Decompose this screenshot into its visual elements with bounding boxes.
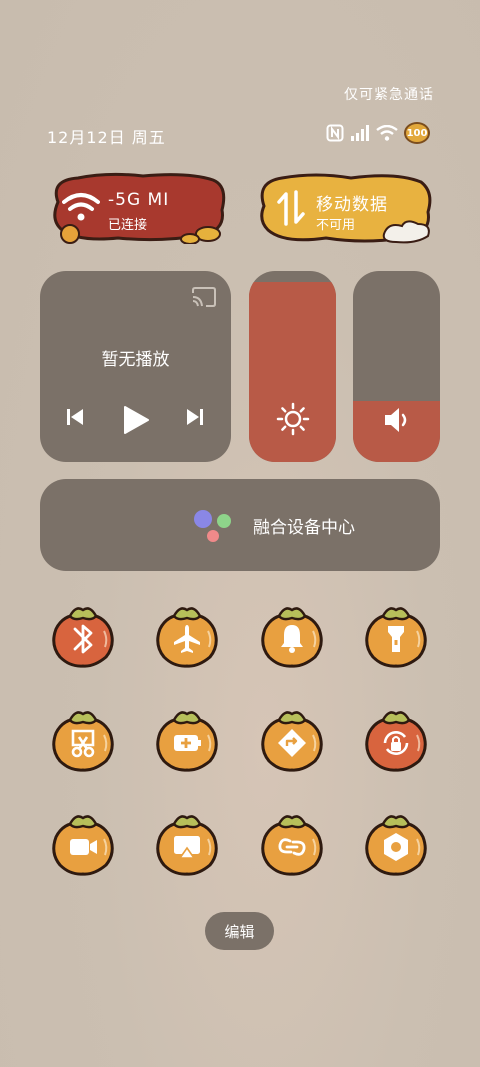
- toggle-tile-screen-cast[interactable]: [152, 809, 222, 879]
- toggle-tile-screenshot[interactable]: [48, 705, 118, 775]
- toggle-tile-flashlight[interactable]: [361, 601, 431, 671]
- status-icons: 100: [326, 122, 430, 144]
- signal-icon: [351, 125, 369, 141]
- battery-badge: 100: [404, 122, 430, 144]
- toggle-tile-settings[interactable]: [361, 809, 431, 879]
- persimmon-shape: [365, 607, 427, 668]
- date-text: 12月12日 周五: [47, 128, 166, 147]
- persimmon-shape: [365, 815, 427, 876]
- toggle-tile-link[interactable]: [257, 809, 327, 879]
- media-player-card[interactable]: 暂无播放: [40, 271, 231, 462]
- wifi-tile[interactable]: -5G MI 已连接: [48, 172, 230, 244]
- battery-saver-icon: [174, 735, 201, 751]
- next-icon[interactable]: [185, 407, 205, 427]
- toggle-tile-bell[interactable]: [257, 601, 327, 671]
- persimmon-shape: [261, 711, 323, 772]
- toggle-tile-screen-record[interactable]: [48, 809, 118, 879]
- toggle-tile-location[interactable]: [257, 705, 327, 775]
- persimmon-shape: [156, 711, 218, 772]
- brightness-slider[interactable]: [249, 271, 336, 462]
- wifi-icon: [62, 193, 100, 221]
- device-hub-icon: [194, 510, 231, 542]
- play-icon[interactable]: [122, 405, 150, 435]
- persimmon-shape: [261, 815, 323, 876]
- persimmon-shape: [52, 607, 114, 668]
- toggle-tile-airplane[interactable]: [152, 601, 222, 671]
- emergency-calls-only-text: 仅可紧急通话: [344, 87, 434, 103]
- persimmon-shape: [261, 607, 323, 668]
- toggle-tile-bluetooth[interactable]: [48, 601, 118, 671]
- toggle-tile-battery-saver[interactable]: [152, 705, 222, 775]
- volume-slider[interactable]: [353, 271, 440, 462]
- edit-button[interactable]: 编辑: [205, 912, 274, 950]
- wifi-status: 已连接: [108, 218, 148, 233]
- mobile-data-label: 移动数据: [316, 195, 388, 215]
- media-title: 暂无播放: [101, 350, 170, 370]
- previous-icon[interactable]: [65, 407, 85, 427]
- mobile-data-icon: [277, 190, 305, 226]
- persimmon-shape: [52, 815, 114, 876]
- persimmon-shape: [156, 815, 218, 876]
- brightness-icon: [276, 402, 309, 436]
- mobile-data-tile[interactable]: 移动数据 不可用: [256, 172, 434, 244]
- device-hub-card[interactable]: 融合设备中心: [40, 479, 440, 571]
- wifi-name: -5G MI: [108, 190, 170, 210]
- volume-icon: [384, 408, 406, 432]
- persimmon-shape: [156, 607, 218, 668]
- wifi-status-icon: [376, 125, 398, 141]
- persimmon-shape: [52, 711, 114, 772]
- device-hub-label: 融合设备中心: [253, 518, 355, 538]
- mobile-data-status: 不可用: [316, 218, 356, 233]
- nfc-icon: [326, 124, 344, 142]
- cast-icon[interactable]: [191, 287, 217, 309]
- persimmon-shape: [365, 711, 427, 772]
- toggle-tile-rotation-lock[interactable]: [361, 705, 431, 775]
